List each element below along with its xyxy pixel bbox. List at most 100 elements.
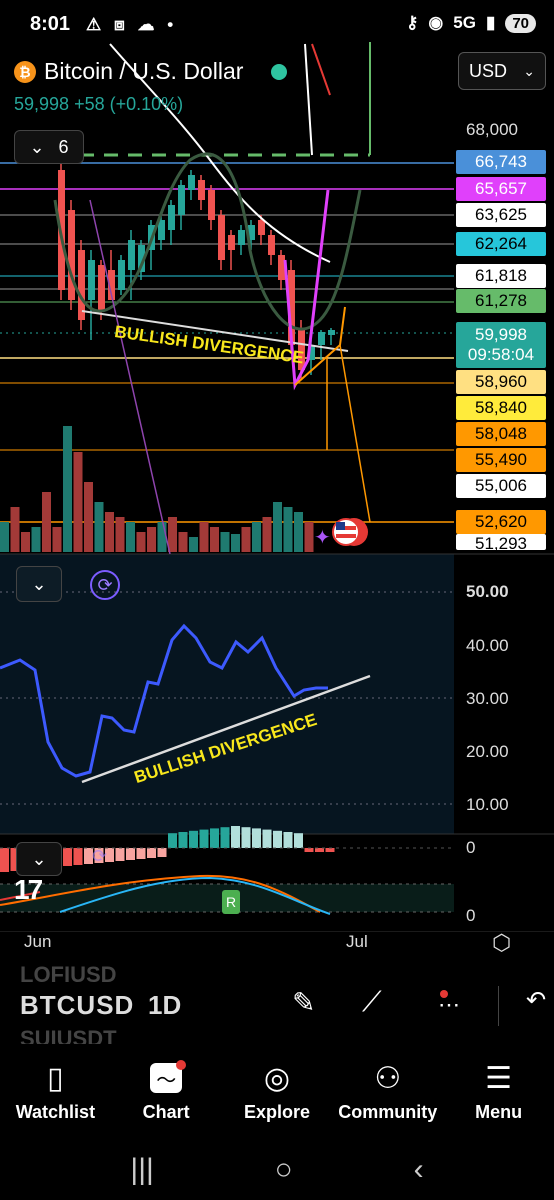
volume-bar <box>168 517 177 552</box>
macd-bar <box>304 848 314 852</box>
nav-label: Community <box>338 1102 438 1122</box>
price-level-label[interactable]: 58,840 <box>456 396 546 420</box>
volume-bar <box>21 532 30 552</box>
price-level-label[interactable]: 65,657 <box>456 177 546 201</box>
macd-sync-icon[interactable]: ⟳ <box>92 846 107 867</box>
macd-bar <box>273 830 282 848</box>
back-icon[interactable]: ‹ <box>414 1153 424 1187</box>
alert-icon: ⚠ <box>86 15 106 34</box>
time-axis-jul: Jul <box>346 932 368 951</box>
bottom-nav: ▯ Watchlist 〜 Chart ◎ Explore ⚇ Communit… <box>0 1050 554 1130</box>
oscillator-pane[interactable] <box>0 554 454 834</box>
symbol-current[interactable]: BTCUSD <box>20 990 134 1021</box>
nav-label: Explore <box>243 1102 310 1122</box>
recents-icon[interactable]: ||| <box>130 1153 153 1187</box>
trendlines-icon[interactable]: ⟋ <box>362 986 382 1019</box>
volume-bar <box>31 527 41 552</box>
nav-community[interactable]: ⚇ Community <box>333 1058 443 1123</box>
price-level-label[interactable]: 55,490 <box>456 448 546 472</box>
macd-bar <box>220 827 230 848</box>
chevron-down-icon: ⌄ <box>523 62 535 79</box>
indicators-toggle-button[interactable]: ⌄ 6 <box>14 130 84 164</box>
candle-body <box>198 180 205 200</box>
pencil-icon[interactable]: ✎ <box>292 986 315 1019</box>
symbol-below[interactable]: SUIUSDT <box>20 1026 117 1044</box>
macd-bar <box>73 848 83 865</box>
undo-icon[interactable]: ↶ <box>526 986 546 1015</box>
oscillator-collapse-button[interactable]: ⌄ <box>16 566 62 602</box>
price-level-label[interactable]: 58,960 <box>456 370 546 394</box>
volume-bar <box>94 502 104 552</box>
nav-explore[interactable]: ◎ Explore <box>222 1058 332 1123</box>
nav-watchlist[interactable]: ▯ Watchlist <box>0 1058 110 1123</box>
macd-collapse-button[interactable]: ⌄ <box>16 842 62 876</box>
volume-bar <box>294 512 303 552</box>
status-time: 8:01 <box>30 13 71 35</box>
price-level-label[interactable]: 61,818 <box>456 264 546 288</box>
candle-body <box>278 255 285 280</box>
interval-selector[interactable]: 1D <box>148 990 181 1021</box>
chevron-down-icon: ⌄ <box>31 573 47 594</box>
dot-icon: • <box>167 15 178 34</box>
svg-text:✦: ✦ <box>314 525 331 549</box>
price-level-label[interactable]: 66,743 <box>456 150 546 174</box>
macd-bar <box>0 848 9 872</box>
macd-bar <box>210 828 219 848</box>
volume-bar <box>0 522 9 552</box>
price-level-label[interactable]: 52,620 <box>456 510 546 534</box>
volume-bar <box>241 527 251 552</box>
volume-bar <box>42 492 51 552</box>
symbol-header[interactable]: ₿ Bitcoin / U.S. Dollar <box>14 58 288 85</box>
chart-icon: 〜 <box>150 1058 187 1098</box>
symbol-above[interactable]: LOFIUSD <box>20 962 117 988</box>
status-left-icons: ⚠ ⧈ ☁ • <box>86 15 177 35</box>
currency-value: USD <box>469 60 508 81</box>
osc-axis-10: 10.00 <box>466 795 509 814</box>
macd-bar <box>126 848 135 860</box>
nav-label: Menu <box>475 1102 523 1122</box>
nav-menu[interactable]: ☰ Menu <box>444 1058 554 1123</box>
symbol-title: Bitcoin / U.S. Dollar <box>44 58 244 84</box>
candle-body <box>238 230 245 245</box>
candle-body <box>228 235 235 250</box>
candle-body <box>168 205 175 230</box>
currency-select[interactable]: USD ⌄ <box>458 52 546 90</box>
bitcoin-logo-icon: ₿ <box>14 60 36 83</box>
volume-bar <box>105 512 114 552</box>
volume-bar <box>52 527 62 552</box>
volume-bar <box>231 534 240 552</box>
volume-bar <box>199 522 209 552</box>
price-level-label[interactable]: 51,293 <box>456 534 546 550</box>
macd-bar <box>157 848 167 857</box>
osc-axis-20: 20.00 <box>466 742 509 761</box>
macd-bar <box>63 848 72 866</box>
price-level-label[interactable]: 62,264 <box>456 232 546 256</box>
system-nav: ||| ○ ‹ <box>0 1140 554 1200</box>
osc-axis-40: 40.00 <box>466 636 509 655</box>
osc-axis-50: 50.00 <box>466 582 509 601</box>
screenshot-icon: ⧈ <box>113 15 129 34</box>
volume-bar <box>84 482 93 552</box>
nav-chart[interactable]: 〜 Chart <box>111 1058 221 1123</box>
chart-settings-icon[interactable]: ⬡ <box>492 930 511 956</box>
macd-bar <box>283 832 293 848</box>
volume-bar <box>189 537 198 552</box>
candle-body <box>88 260 95 300</box>
macd-bar <box>262 829 272 848</box>
macd-bar <box>294 833 303 848</box>
current-price-label: 59,998 09:58:04 <box>456 322 546 368</box>
price-level-label[interactable]: 61,278 <box>456 289 546 313</box>
candle-body <box>118 260 125 290</box>
quote-line: 59,998 +58 (+0.10%) <box>14 94 183 115</box>
price-level-label[interactable]: 58,048 <box>456 422 546 446</box>
macd-badge[interactable]: R <box>222 890 240 914</box>
volume-bar <box>136 532 146 552</box>
price-level-label[interactable]: 63,625 <box>456 203 546 227</box>
volume-bar <box>157 522 167 552</box>
nav-label: Watchlist <box>15 1102 96 1122</box>
volume-bar <box>273 502 282 552</box>
price-level-label[interactable]: 55,006 <box>456 474 546 498</box>
status-right: ⚷ ◉ 5G ▮ 70 <box>406 13 536 33</box>
sync-icon[interactable]: ⟳ <box>90 570 120 600</box>
home-icon[interactable]: ○ <box>275 1153 293 1187</box>
